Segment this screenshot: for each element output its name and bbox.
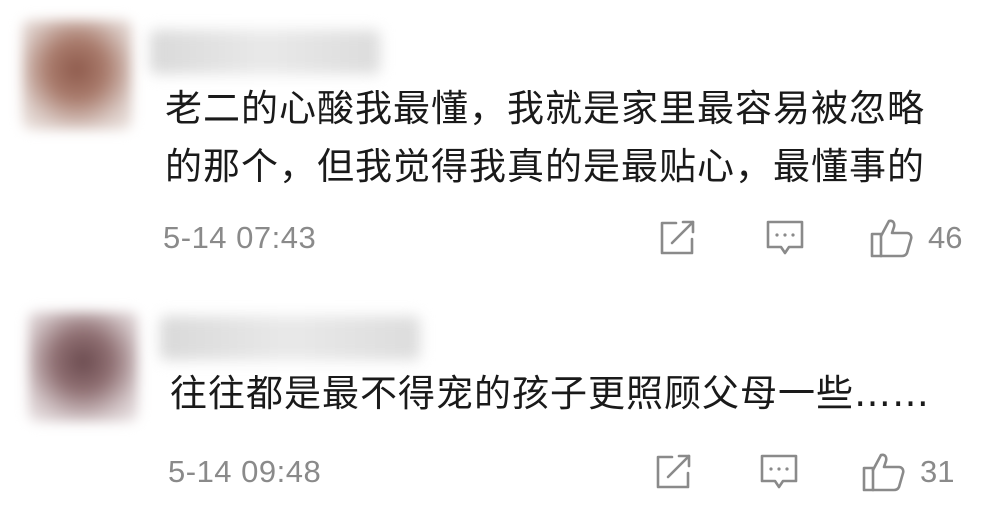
comment-text-line-1: 往往都是最不得宠的孩子更照顾父母一些……: [170, 372, 930, 415]
share-icon[interactable]: [652, 451, 694, 493]
thumbs-up-icon[interactable]: [861, 450, 907, 494]
comment-timestamp: 5-14 09:48: [168, 454, 322, 489]
like-count: 31: [920, 454, 955, 489]
comment-bubble-icon[interactable]: [758, 451, 800, 493]
username-blurred[interactable]: [160, 316, 420, 360]
comment-item-2: 往往都是最不得宠的孩子更照顾父母一些…… 5-14 09:48 31: [0, 0, 988, 510]
avatar[interactable]: [28, 312, 138, 422]
